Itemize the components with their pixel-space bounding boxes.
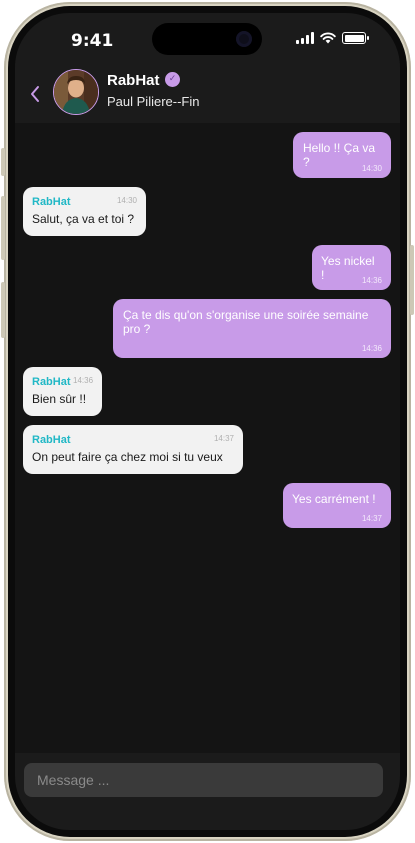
- chat-header: RabHat ✓ Paul Piliere--Fin: [15, 63, 400, 123]
- message-text: Bien sûr !!: [32, 392, 87, 406]
- message-text: Salut, ça va et toi ?: [32, 212, 135, 226]
- message-bubble-outgoing[interactable]: Yes nickel ! 14:36: [312, 245, 391, 290]
- message-time: 14:37: [213, 434, 234, 443]
- message-time: 14:36: [73, 376, 94, 385]
- status-icons: [296, 32, 369, 44]
- signal-icon: [296, 32, 314, 44]
- message-bubble-incoming[interactable]: RabHat On peut faire ça chez moi si tu v…: [23, 425, 243, 474]
- message-text: Ça te dis qu'on s'organise une soirée se…: [123, 308, 369, 336]
- message-bubble-outgoing[interactable]: Ça te dis qu'on s'organise une soirée se…: [113, 299, 391, 358]
- message-time: 14:37: [361, 514, 382, 523]
- camera-icon: [236, 31, 252, 47]
- avatar-image: [54, 70, 98, 114]
- back-button[interactable]: [25, 83, 45, 105]
- message-composer: [24, 763, 383, 797]
- message-bubble-incoming[interactable]: RabHat Bien sûr !! 14:36: [23, 367, 102, 416]
- message-bubble-outgoing[interactable]: Yes carrément ! 14:37: [283, 483, 391, 528]
- message-time: 14:30: [116, 196, 137, 205]
- message-text: Yes carrément !: [292, 492, 376, 506]
- battery-icon: [342, 32, 369, 44]
- message-text: On peut faire ça chez moi si tu veux: [32, 450, 223, 464]
- contact-subtitle: Paul Piliere--Fin: [107, 94, 200, 109]
- message-time: 14:36: [361, 276, 382, 285]
- avatar[interactable]: [53, 69, 99, 115]
- message-input[interactable]: [24, 763, 383, 797]
- chevron-left-icon: [31, 86, 39, 102]
- message-time: 14:36: [361, 344, 382, 353]
- message-time: 14:30: [361, 164, 382, 173]
- screen: 9:41 RabHat ✓ Paul Piliere--Fin Hello !!…: [15, 13, 400, 830]
- dynamic-island: [152, 23, 262, 55]
- status-time: 9:41: [71, 31, 114, 51]
- volume-down-button: [1, 282, 5, 338]
- message-bubble-incoming[interactable]: RabHat Salut, ça va et toi ? 14:30: [23, 187, 146, 236]
- message-bubble-outgoing[interactable]: Hello !! Ça va ? 14:30: [293, 132, 391, 178]
- volume-up-button: [1, 196, 5, 260]
- message-sender: RabHat: [32, 434, 71, 446]
- power-button: [410, 245, 414, 315]
- contact-name: RabHat: [107, 72, 160, 89]
- verified-badge-icon: ✓: [165, 72, 180, 87]
- wifi-icon: [320, 32, 336, 44]
- action-button: [1, 148, 5, 176]
- message-list: Hello !! Ça va ? 14:30 RabHat Salut, ça …: [15, 123, 400, 753]
